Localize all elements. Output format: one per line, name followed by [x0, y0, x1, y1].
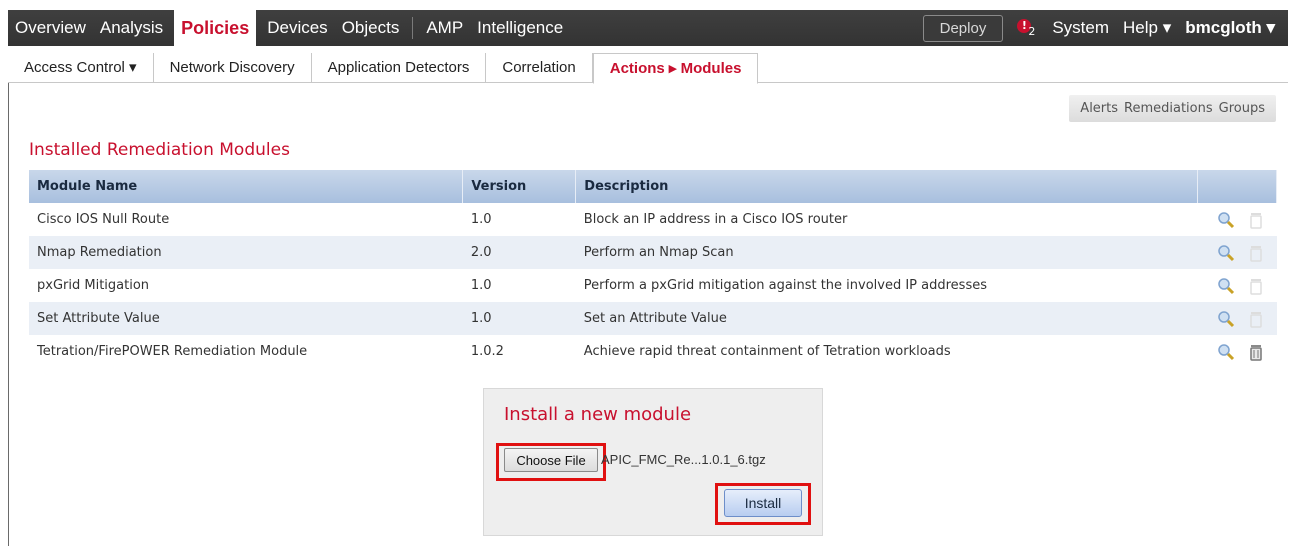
- nav-objects[interactable]: Objects: [335, 10, 407, 46]
- install-button[interactable]: Install: [724, 489, 802, 517]
- module-version: 2.0: [462, 236, 576, 269]
- module-version: 1.0: [470, 278, 492, 293]
- module-name: Cisco IOS Null Route: [37, 212, 170, 227]
- nav-intelligence[interactable]: Intelligence: [470, 10, 570, 46]
- module-name: Nmap Remediation: [29, 236, 463, 269]
- modules-table: Module Name Version Description Cisco IO…: [29, 170, 1278, 368]
- content-border: [8, 83, 9, 546]
- action-button-group: Alerts Remediations Groups: [1069, 95, 1276, 122]
- nav-devices[interactable]: Devices: [260, 10, 334, 46]
- module-version: 1.0.2: [470, 344, 504, 359]
- table-row: Tetration/FirePOWER Remediation Module 1…: [29, 335, 1277, 368]
- table-header-row: Module Name Version Description: [29, 170, 1278, 203]
- module-description: Achieve rapid threat containment of Tetr…: [583, 344, 951, 359]
- view-icon[interactable]: [1217, 244, 1235, 262]
- install-module-panel: Install a new module Choose File APIC_FM…: [483, 388, 823, 536]
- alert-count: 2: [1028, 25, 1036, 38]
- alert-icon[interactable]: ! 2: [1015, 17, 1037, 39]
- view-icon[interactable]: [1217, 310, 1235, 328]
- module-name: pxGrid Mitigation: [37, 278, 150, 293]
- module-version: 1.0: [462, 302, 576, 335]
- module-description: Block an IP address in a Cisco IOS route…: [583, 212, 848, 227]
- top-nav: Overview Analysis Policies Devices Objec…: [8, 10, 1288, 46]
- module-description: Perform a pxGrid mitigation against the …: [583, 278, 987, 293]
- help-menu[interactable]: Help ▾: [1116, 10, 1178, 46]
- view-icon[interactable]: [1217, 211, 1235, 229]
- selected-file-name: APIC_FMC_Re...1.0.1_6.tgz: [601, 452, 766, 467]
- module-description: Perform an Nmap Scan: [575, 236, 1198, 269]
- header-module-name: Module Name: [29, 170, 464, 203]
- view-icon[interactable]: [1217, 343, 1235, 361]
- header-actions: [1197, 170, 1278, 203]
- remediations-button[interactable]: Remediations: [1121, 101, 1216, 116]
- system-menu[interactable]: System: [1045, 10, 1116, 46]
- header-description: Description: [575, 170, 1198, 203]
- table-row: Cisco IOS Null Route 1.0 Block an IP add…: [29, 203, 1277, 236]
- nav-divider: [412, 17, 414, 39]
- delete-icon: [1249, 311, 1262, 328]
- nav-amp[interactable]: AMP: [419, 10, 470, 46]
- delete-icon: [1249, 245, 1262, 262]
- nav-analysis[interactable]: Analysis: [93, 10, 170, 46]
- nav-overview[interactable]: Overview: [8, 10, 93, 46]
- delete-icon[interactable]: [1247, 343, 1265, 361]
- tab-actions-modules[interactable]: Actions ▸ Modules: [592, 53, 759, 84]
- tab-access-control[interactable]: Access Control ▾: [8, 53, 154, 82]
- delete-icon: [1249, 278, 1262, 295]
- alerts-button[interactable]: Alerts: [1077, 101, 1121, 116]
- module-name: Tetration/FirePOWER Remediation Module: [37, 344, 308, 359]
- tab-correlation[interactable]: Correlation: [486, 53, 593, 82]
- module-version: 1.0: [470, 212, 492, 227]
- delete-icon: [1249, 212, 1262, 229]
- table-row: Set Attribute Value 1.0 Set an Attribute…: [29, 302, 1277, 335]
- section-title: Installed Remediation Modules: [29, 140, 290, 160]
- module-name: Set Attribute Value: [29, 302, 463, 335]
- module-description: Set an Attribute Value: [575, 302, 1198, 335]
- table-row: pxGrid Mitigation 1.0 Perform a pxGrid m…: [29, 269, 1277, 302]
- tab-application-detectors[interactable]: Application Detectors: [312, 53, 487, 82]
- header-version: Version: [462, 170, 577, 203]
- view-icon[interactable]: [1217, 277, 1235, 295]
- tab-network-discovery[interactable]: Network Discovery: [154, 53, 312, 82]
- deploy-button[interactable]: Deploy: [922, 14, 1004, 42]
- groups-button[interactable]: Groups: [1216, 101, 1268, 116]
- sub-nav: Access Control ▾ Network Discovery Appli…: [8, 53, 1288, 84]
- install-title: Install a new module: [504, 404, 692, 425]
- table-row: Nmap Remediation 2.0 Perform an Nmap Sca…: [29, 236, 1277, 269]
- nav-policies[interactable]: Policies: [174, 10, 257, 46]
- choose-file-button[interactable]: Choose File: [504, 448, 598, 472]
- user-menu[interactable]: bmcgloth ▾: [1178, 10, 1282, 46]
